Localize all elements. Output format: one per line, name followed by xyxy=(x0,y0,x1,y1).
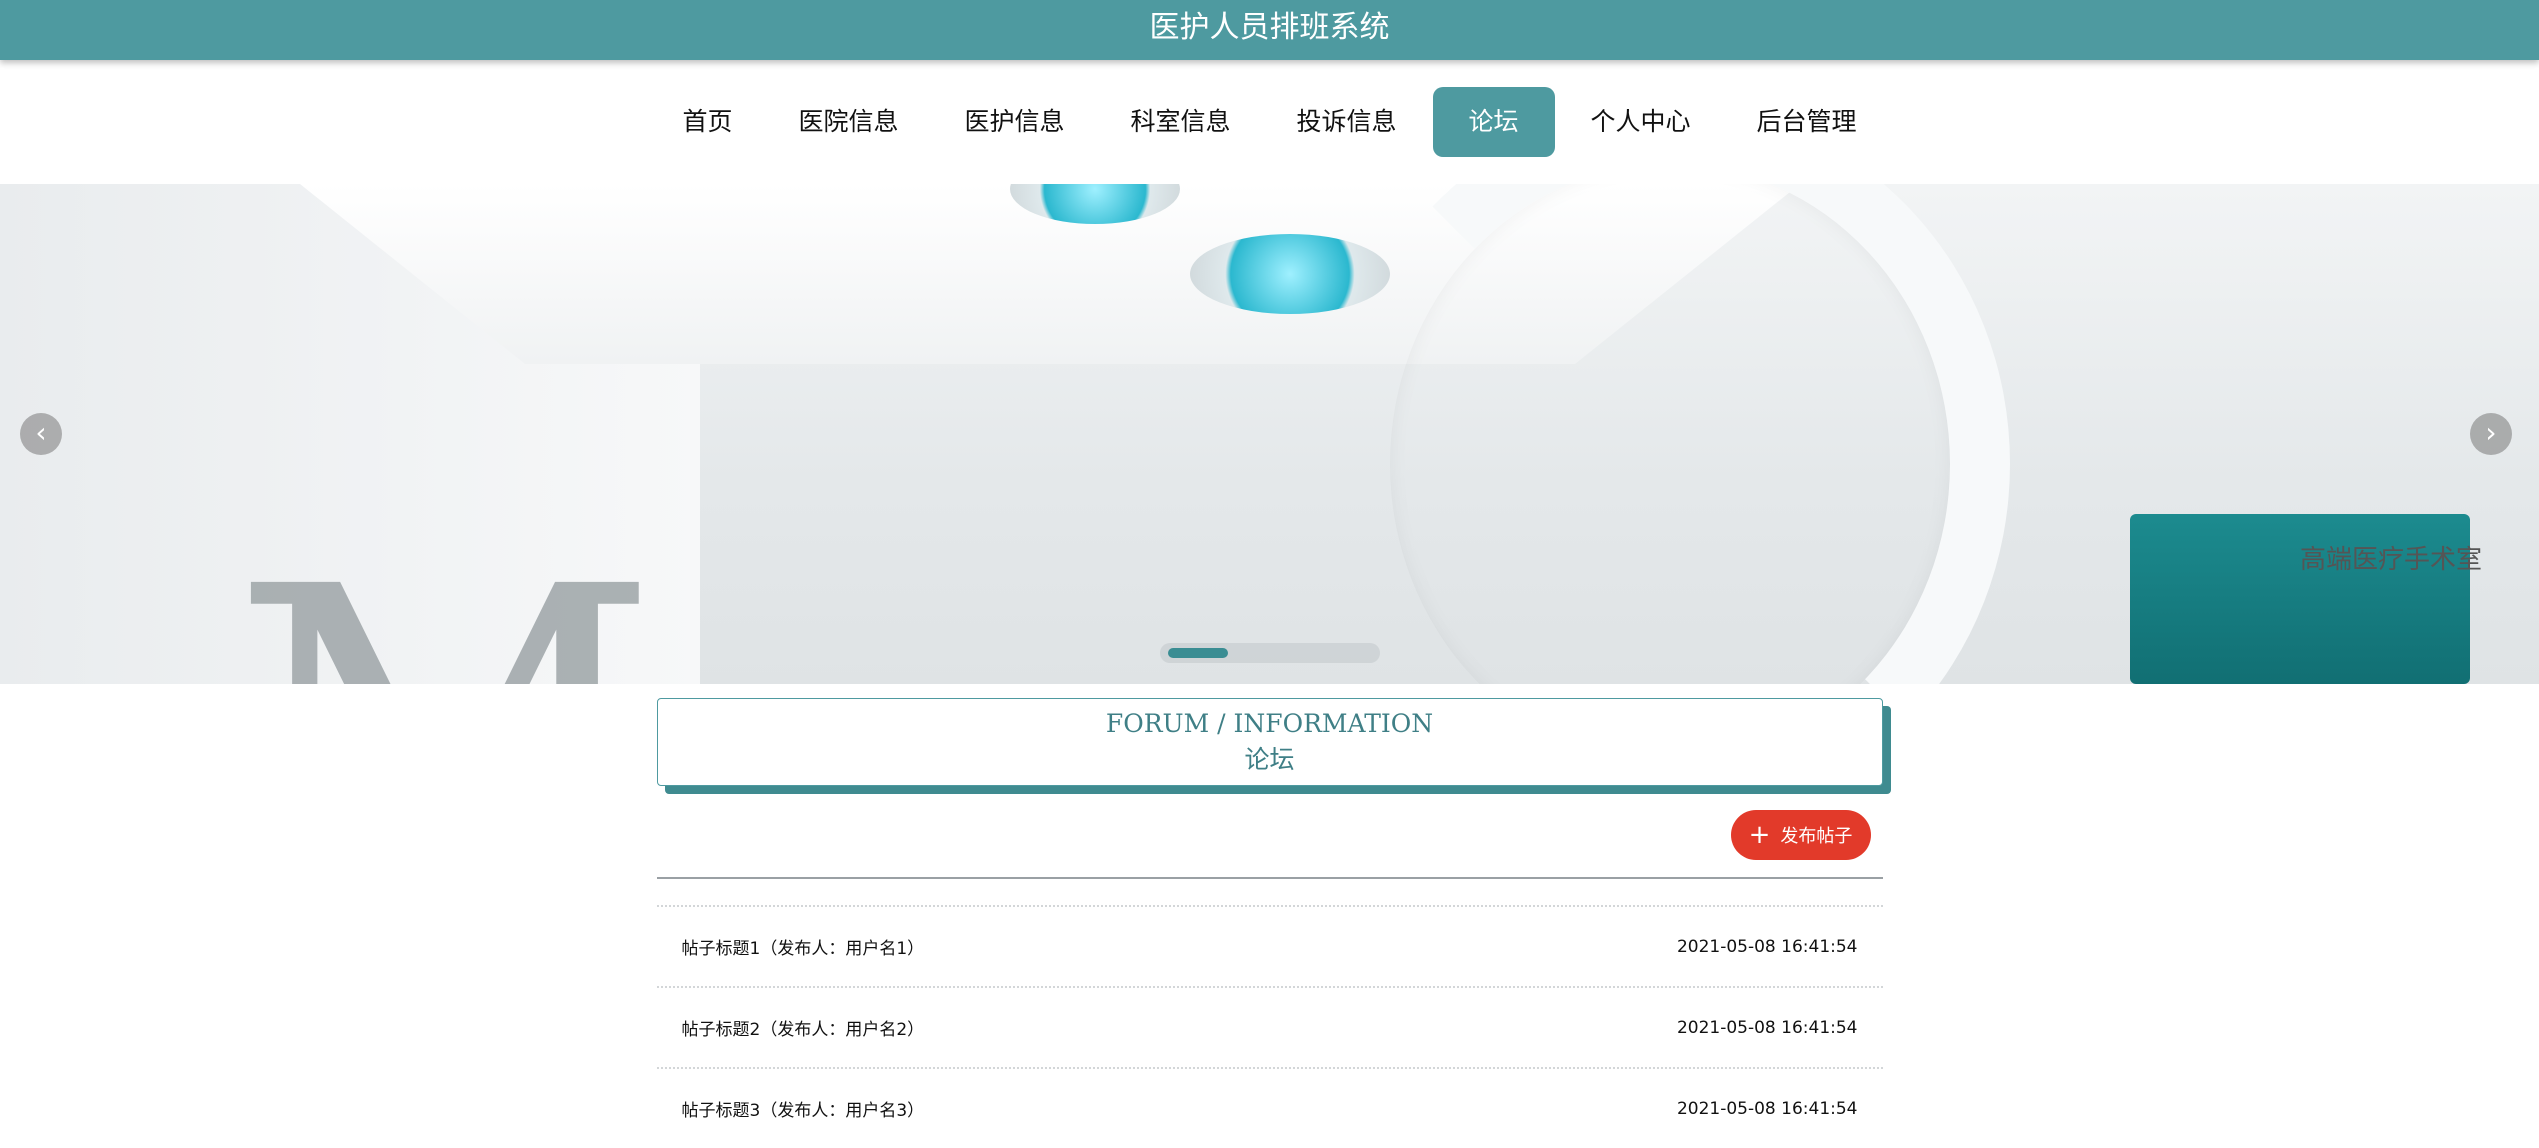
forum-actions: + 发布帖子 xyxy=(657,786,1883,860)
nav-item-admin[interactable]: 后台管理 xyxy=(1727,87,1887,157)
publish-post-button[interactable]: + 发布帖子 xyxy=(1730,810,1871,860)
nav-item-hospital-info[interactable]: 医院信息 xyxy=(768,87,928,157)
nav-item-staff-info[interactable]: 医护信息 xyxy=(934,87,1094,157)
app-title: 医护人员排班系统 xyxy=(1149,10,1390,45)
section-title-box: FORUM / INFORMATION 论坛 xyxy=(656,698,1883,786)
nav-item-department-info[interactable]: 科室信息 xyxy=(1100,87,1260,157)
post-title[interactable]: 帖子标题2（发布人：用户名2） xyxy=(682,1015,925,1040)
chevron-left-icon: ‹ xyxy=(35,416,47,449)
nav-item-personal-center[interactable]: 个人中心 xyxy=(1561,87,1721,157)
post-row[interactable]: 帖子标题3（发布人：用户名3） 2021-05-08 16:41:54 xyxy=(656,1067,1883,1148)
publish-post-label: 发布帖子 xyxy=(1780,826,1853,847)
post-row[interactable]: 帖子标题2（发布人：用户名2） 2021-05-08 16:41:54 xyxy=(656,986,1883,1067)
forum-section: FORUM / INFORMATION 论坛 + 发布帖子 帖子标题1（发布人：… xyxy=(656,698,1883,1148)
post-row[interactable]: 帖子标题1（发布人：用户名1） 2021-05-08 16:41:54 xyxy=(656,905,1883,986)
section-title-cn: 论坛 xyxy=(1244,745,1295,774)
banner-room-sign: 高端医疗手术室 xyxy=(2300,545,2483,575)
carousel-dot-active[interactable] xyxy=(1168,648,1228,658)
surgical-lamp xyxy=(1190,234,1390,314)
divider xyxy=(656,877,1883,879)
banner-c-arm xyxy=(1330,184,2010,684)
post-time: 2021-05-08 16:41:54 xyxy=(1676,1017,1858,1038)
nav-item-forum[interactable]: 论坛 xyxy=(1432,87,1555,157)
banner-wall-letter: M xyxy=(230,534,660,685)
banner-carousel[interactable]: M 高端医疗手术室 ‹ › xyxy=(0,184,2539,684)
nav-item-complaint-info[interactable]: 投诉信息 xyxy=(1267,87,1427,157)
carousel-prev-button[interactable]: ‹ xyxy=(20,413,62,455)
main-nav: 首页 医院信息 医护信息 科室信息 投诉信息 论坛 个人中心 后台管理 xyxy=(0,60,2539,184)
post-list: 帖子标题1（发布人：用户名1） 2021-05-08 16:41:54 帖子标题… xyxy=(656,905,1883,1148)
carousel-next-button[interactable]: › xyxy=(2470,413,2512,455)
plus-icon: + xyxy=(1748,820,1771,850)
chevron-right-icon: › xyxy=(2485,416,2497,449)
top-header: 医护人员排班系统 xyxy=(0,0,2539,60)
section-title-en: FORUM / INFORMATION xyxy=(1105,709,1434,738)
post-title[interactable]: 帖子标题3（发布人：用户名3） xyxy=(682,1096,925,1121)
post-time: 2021-05-08 16:41:54 xyxy=(1676,1098,1858,1119)
carousel-indicators xyxy=(1160,643,1380,663)
post-title[interactable]: 帖子标题1（发布人：用户名1） xyxy=(682,934,925,959)
nav-item-home[interactable]: 首页 xyxy=(652,87,762,157)
post-time: 2021-05-08 16:41:54 xyxy=(1676,936,1858,957)
